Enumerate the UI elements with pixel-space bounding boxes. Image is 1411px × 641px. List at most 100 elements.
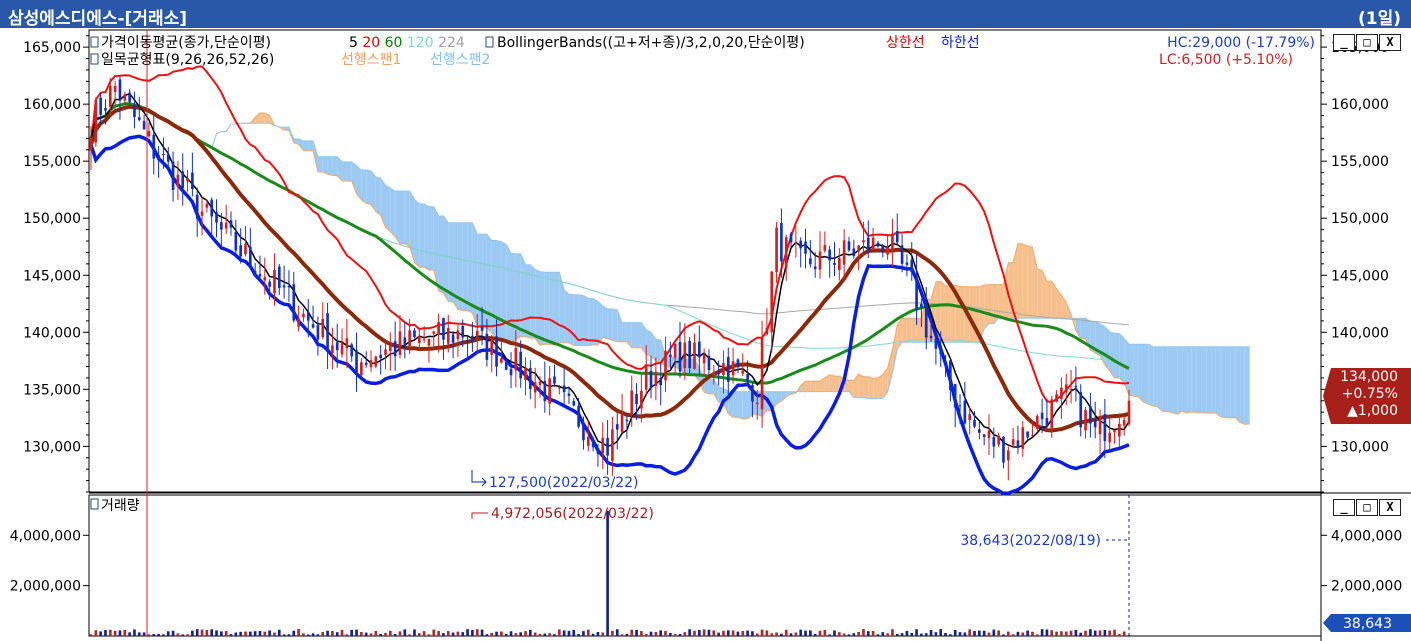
volume-bar [949, 634, 952, 636]
candle-body [968, 414, 972, 421]
volume-bar [726, 630, 730, 636]
candle-body [949, 360, 952, 390]
close-button[interactable]: X [1379, 499, 1401, 516]
volume-bar [765, 630, 769, 636]
chart-canvas[interactable]: 165,000165,000160,000160,000155,000155,0… [0, 28, 1411, 641]
candle-body [847, 241, 851, 251]
candle-body [432, 331, 436, 334]
cloud-segment [1220, 346, 1226, 418]
candle-body [200, 211, 204, 216]
volume-bar [712, 630, 716, 636]
volume-bar [524, 631, 527, 636]
bb-label: BollingerBands((고+저+종)/3,2,0,20,단순이평) [497, 35, 805, 51]
volume-bar [345, 634, 349, 636]
ichimoku-label: 일목균형표(9,26,26,52,26) [101, 52, 274, 68]
cloud-segment [646, 329, 652, 357]
candle-body [871, 237, 875, 250]
cloud-segment [467, 222, 473, 314]
volume-bar [205, 629, 209, 636]
volume-bar [905, 630, 909, 636]
candle-body [94, 100, 98, 143]
volume-bar [1113, 629, 1116, 636]
candle-body [712, 372, 716, 376]
candle-body [669, 354, 672, 357]
candle-body [678, 341, 682, 372]
cloud-segment [998, 284, 1004, 319]
candle-body [137, 117, 141, 120]
cloud-segment [1206, 346, 1212, 413]
volume-bar [644, 633, 648, 636]
restore-button[interactable]: □ [1356, 34, 1378, 51]
volume-bar [577, 634, 580, 636]
volume-bar [978, 630, 981, 636]
candle-body [302, 313, 305, 318]
volume-bar [1060, 631, 1063, 636]
price-badge: 134,000 +0.75% ▲1,000 [1323, 368, 1411, 424]
candle-body [1045, 418, 1049, 427]
volume-bar [780, 633, 783, 636]
volume-bar [813, 633, 817, 636]
volume-bar [471, 629, 474, 636]
price-tick-label: 165,000 [23, 40, 81, 56]
volume-bar [596, 631, 600, 636]
candle-body [181, 171, 185, 189]
volume-bar [311, 633, 315, 636]
candle-body [722, 363, 725, 376]
bb-lower-label: 하한선 [941, 35, 980, 51]
volume-bar [669, 633, 672, 636]
volume-bar [1064, 631, 1068, 636]
volume-bar [500, 631, 503, 636]
volume-bar [215, 630, 218, 636]
candle-body [442, 317, 445, 340]
ma-period-60: 60 [380, 35, 402, 51]
volume-bar [939, 629, 943, 636]
cloud-segment [414, 199, 420, 268]
cloud-segment [631, 322, 637, 348]
candle-body [654, 371, 658, 387]
candle-body [842, 240, 846, 265]
minimize-button[interactable]: _ [1333, 34, 1355, 51]
candle-body [99, 97, 102, 115]
cloud-segment [385, 185, 391, 232]
candle-body [364, 362, 368, 365]
cloud-segment [303, 140, 309, 151]
candle-body [215, 212, 218, 223]
volume-bar [133, 629, 136, 636]
volume-bar [818, 630, 822, 636]
period-label[interactable]: (1일) [1358, 4, 1401, 29]
cloud-segment [491, 240, 497, 339]
cloud-segment [940, 281, 946, 343]
volume-bar [1118, 633, 1121, 636]
cloud-segment [554, 272, 560, 346]
cloud-segment [1017, 243, 1023, 319]
volume-bar [379, 633, 382, 636]
volume-bar [277, 629, 281, 636]
volume-bar [475, 629, 479, 636]
candle-body [176, 174, 180, 187]
candle-body [866, 237, 870, 253]
volume-bar [282, 634, 286, 636]
candle-body [755, 402, 759, 405]
restore-button[interactable]: □ [1356, 499, 1378, 516]
volume-bar [166, 631, 170, 636]
cloud-segment [1022, 243, 1028, 319]
candle-body [586, 436, 590, 446]
candle-body [920, 303, 923, 308]
candle-body [644, 364, 648, 390]
candle-body [1122, 419, 1126, 426]
minimize-button[interactable]: _ [1333, 499, 1355, 516]
cloud-segment [1215, 346, 1221, 417]
volume-bar [176, 633, 180, 636]
volume-bar [162, 634, 165, 636]
candle-body [731, 361, 735, 376]
volume-bar [316, 634, 320, 636]
volume-bar [1040, 629, 1044, 636]
candle-body [456, 330, 460, 340]
volume-bar [722, 630, 725, 636]
volume-bar [582, 631, 585, 636]
candle-body [751, 384, 754, 402]
volume-bar [857, 631, 860, 636]
candle-body [210, 199, 214, 217]
volume-bar [731, 630, 735, 636]
close-button[interactable]: X [1379, 34, 1401, 51]
